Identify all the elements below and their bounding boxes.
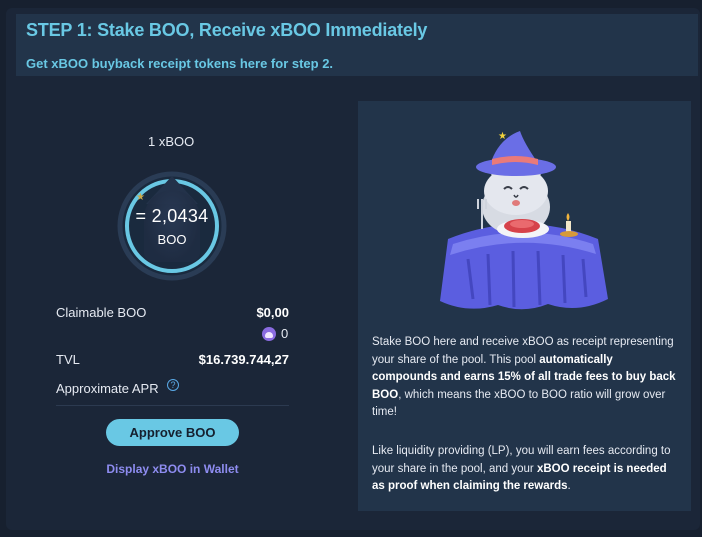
claimable-label: Claimable BOO [56,305,147,320]
xboo-unit-label: 1 xBOO [148,134,195,149]
info-paragraph-2: Like liquidity providing (LP), you will … [372,443,678,496]
display-xboo-wallet-link[interactable]: Display xBOO in Wallet [106,462,239,476]
info-p1-text-a: Stake BOO here and receive xBOO as recei… [372,336,674,366]
cat-wizard-illustration: ★ [440,131,608,310]
svg-text:★: ★ [498,131,507,142]
claimable-token-amount: 0 [281,326,289,341]
info-paragraph-1: Stake BOO here and receive xBOO as recei… [372,334,678,422]
tvl-value: $16.739.744,27 [198,352,289,367]
question-circle-icon[interactable]: ? [167,379,179,391]
ratio-ring: ★ = 2,0434 BOO [116,170,228,282]
star-icon: ★ [136,192,145,203]
stake-panel-left: 1 xBOO ★ = 2,0434 BOO Claimable BOO $0,0… [0,0,345,537]
tvl-label: TVL [56,352,80,367]
info-p1-text-c: , which means the xBOO to BOO ratio will… [372,388,666,419]
info-panel: ★ Stake BOO here and receive xBOO as rec… [358,101,691,511]
ratio-value: = 2,0434 [135,206,209,226]
apr-label: Approximate APR [56,381,159,396]
divider [56,405,289,406]
ratio-unit: BOO [157,232,187,247]
approve-boo-button[interactable]: Approve BOO [106,419,239,446]
boo-token-icon [262,327,276,341]
claimable-value: $0,00 [256,305,289,320]
info-p2-text-c: . [567,480,571,492]
